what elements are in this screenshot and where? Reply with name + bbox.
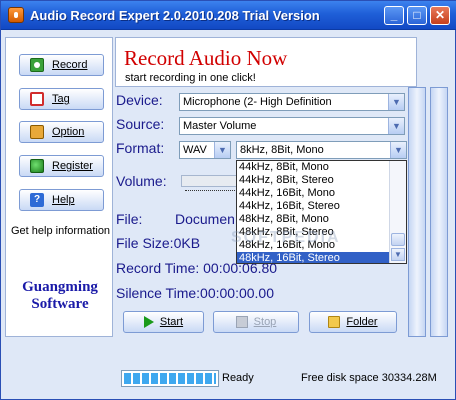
chevron-down-icon[interactable]: ▼	[390, 142, 406, 158]
status-bar: Ready Free disk space 30334.28M	[115, 368, 445, 390]
app-window: Audio Record Expert 2.0.2010.208 Trial V…	[0, 0, 456, 400]
tag-button[interactable]: Tag	[19, 88, 104, 110]
option-label: Option	[52, 126, 85, 138]
tag-label: Tag	[52, 93, 70, 105]
folder-button[interactable]: Folder	[309, 311, 397, 333]
level-meter-left	[408, 87, 426, 337]
brand-line-2: Software	[31, 296, 89, 312]
dropdown-option[interactable]: 44kHz, 8Bit, Stereo	[237, 174, 389, 187]
chevron-down-icon[interactable]: ▼	[388, 94, 404, 110]
brand-logo: Guangming Software	[10, 279, 110, 313]
volume-label: Volume:	[116, 173, 167, 189]
scroll-down-icon[interactable]: ▼	[391, 248, 405, 261]
device-select[interactable]: Microphone (2- High Definition ▼	[179, 93, 405, 111]
dropdown-option[interactable]: 44kHz, 8Bit, Mono	[237, 161, 389, 174]
register-icon	[30, 159, 44, 173]
play-icon	[143, 316, 154, 328]
file-path: Documen	[175, 211, 235, 227]
quality-dropdown-list[interactable]: 44kHz, 8Bit, Mono 44kHz, 8Bit, Stereo 44…	[236, 160, 407, 264]
help-button[interactable]: ? Help	[19, 189, 104, 211]
start-button[interactable]: Start	[123, 311, 204, 333]
maximize-button[interactable]: □	[407, 6, 427, 25]
record-label: Record	[52, 59, 88, 71]
watermark: SOFTPEDIA	[231, 229, 341, 246]
close-button[interactable]: ✕	[430, 6, 450, 25]
source-select[interactable]: Master Volume ▼	[179, 117, 405, 135]
dropdown-option-selected[interactable]: 48kHz, 16Bit, Stereo	[237, 252, 389, 263]
title-bar[interactable]: Audio Record Expert 2.0.2010.208 Trial V…	[1, 1, 456, 30]
disk-space: Free disk space 30334.28M	[301, 372, 437, 384]
dropdown-option[interactable]: 48kHz, 8Bit, Mono	[237, 213, 389, 226]
progress-fill	[124, 373, 216, 384]
app-icon	[8, 7, 24, 23]
header-title: Record Audio Now	[124, 46, 288, 70]
device-label: Device:	[116, 92, 163, 108]
source-value: Master Volume	[183, 120, 257, 132]
format-label: Format:	[116, 140, 165, 156]
status-text: Ready	[222, 372, 254, 384]
quality-select[interactable]: 8kHz, 8Bit, Mono ▼	[236, 141, 407, 159]
brand-line-1: Guangming	[22, 279, 98, 295]
file-label: File:	[116, 211, 143, 227]
help-icon: ?	[30, 193, 44, 207]
device-value: Microphone (2- High Definition	[183, 96, 332, 108]
register-button[interactable]: Register	[19, 155, 104, 177]
sidebar: Record Tag Option Register ? Help Get he…	[5, 37, 113, 337]
register-label: Register	[52, 160, 93, 172]
format-select[interactable]: WAV ▼	[179, 141, 231, 159]
start-label: Start	[159, 316, 184, 328]
header-subtitle: start recording in one click!	[125, 72, 256, 84]
stop-label: Stop	[253, 316, 277, 328]
help-label: Help	[52, 194, 75, 206]
window-title: Audio Record Expert 2.0.2010.208 Trial V…	[30, 8, 320, 23]
main-panel: Record Audio Now start recording in one …	[115, 37, 417, 337]
stop-button[interactable]: Stop	[213, 311, 299, 333]
chevron-down-icon[interactable]: ▼	[214, 142, 230, 158]
scrollbar-thumb[interactable]	[391, 233, 405, 246]
file-size: File Size:0KB	[116, 235, 201, 251]
level-meter-right	[430, 87, 448, 337]
progress-bar	[121, 370, 219, 387]
help-info-text: Get help information	[11, 225, 111, 237]
format-value: WAV	[183, 144, 207, 156]
record-button[interactable]: Record	[19, 54, 104, 76]
dropdown-option[interactable]: 44kHz, 16Bit, Stereo	[237, 200, 389, 213]
folder-label: Folder	[346, 316, 378, 328]
record-icon	[30, 58, 44, 72]
option-icon	[30, 125, 44, 139]
chevron-down-icon[interactable]: ▼	[388, 118, 404, 134]
quality-value: 8kHz, 8Bit, Mono	[240, 144, 324, 156]
stop-icon	[235, 316, 248, 328]
silence-time: Silence Time:00:00:00.00	[116, 285, 274, 301]
tag-icon	[30, 92, 44, 106]
dropdown-scrollbar[interactable]: ▼	[389, 161, 406, 263]
folder-icon	[328, 316, 341, 328]
header-box: Record Audio Now start recording in one …	[115, 37, 417, 87]
dropdown-option[interactable]: 44kHz, 16Bit, Mono	[237, 187, 389, 200]
source-label: Source:	[116, 116, 165, 132]
minimize-button[interactable]: _	[384, 6, 404, 25]
option-button[interactable]: Option	[19, 121, 104, 143]
